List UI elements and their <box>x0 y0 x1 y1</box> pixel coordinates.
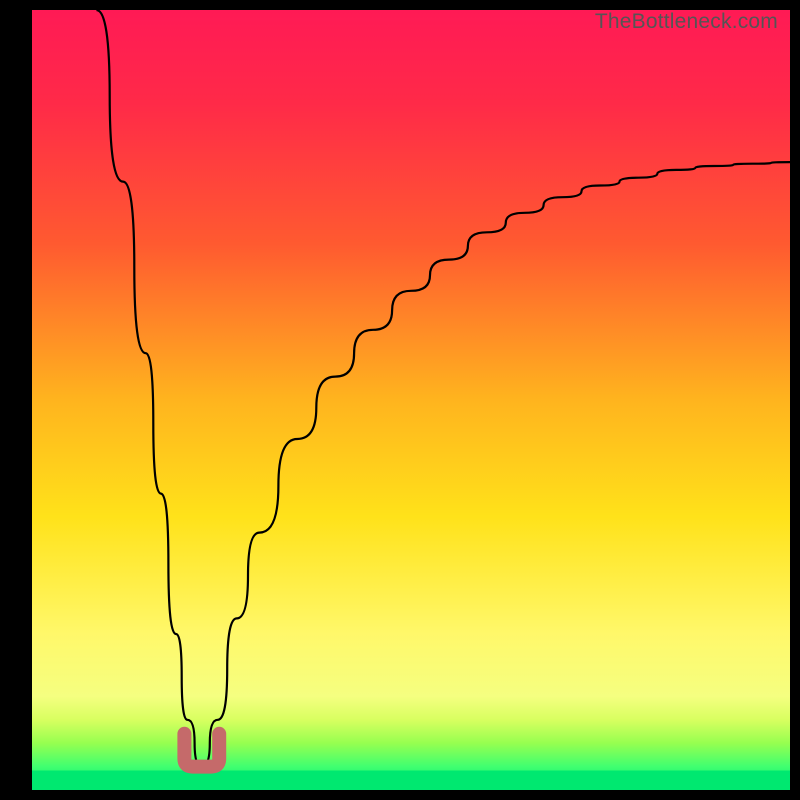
green-band <box>32 771 790 791</box>
chart-frame: TheBottleneck.com <box>32 10 790 790</box>
watermark-text: TheBottleneck.com <box>595 10 778 34</box>
gradient-background <box>32 10 790 790</box>
chart-svg <box>32 10 790 790</box>
plot-area: TheBottleneck.com <box>32 10 790 790</box>
